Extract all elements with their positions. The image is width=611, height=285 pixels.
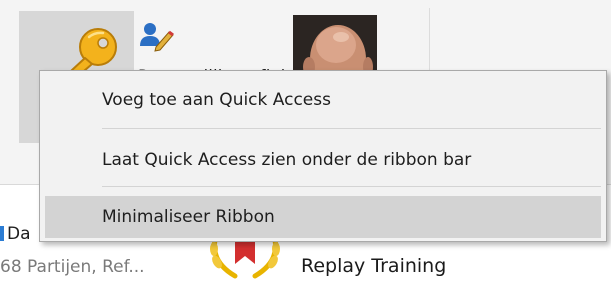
user-edit-icon[interactable]: [138, 20, 174, 52]
menu-item-add-quick-access[interactable]: Voeg toe aan Quick Access: [45, 80, 601, 120]
menu-item-show-quick-access-below[interactable]: Laat Quick Access zien onder de ribbon b…: [45, 140, 601, 180]
app-window: U Persoonlijk profiel Da 68 Partijen,: [0, 0, 611, 285]
context-menu: Voeg toe aan Quick Access Laat Quick Acc…: [39, 70, 607, 242]
menu-item-minimize-ribbon[interactable]: Minimaliseer Ribbon: [45, 196, 601, 238]
replay-training-label[interactable]: Replay Training: [301, 255, 446, 277]
selection-marker: [0, 226, 4, 241]
menu-separator: [102, 186, 601, 187]
list-item-title[interactable]: Da: [0, 224, 31, 244]
list-item-title-text: Da: [7, 224, 31, 244]
menu-separator: [102, 128, 601, 129]
list-item-subtitle: 68 Partijen, Ref...: [0, 257, 145, 277]
